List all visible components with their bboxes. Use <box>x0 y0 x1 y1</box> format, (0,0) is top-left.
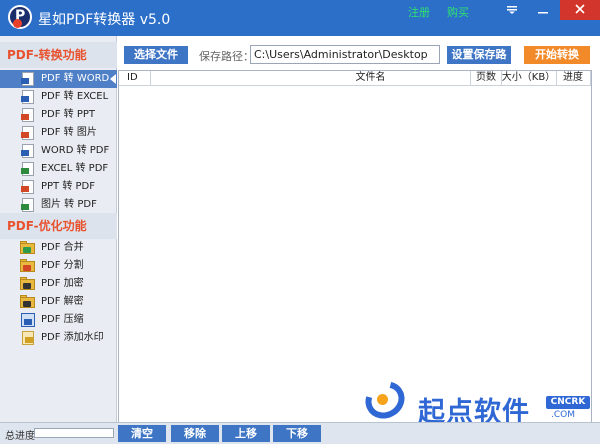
total-progress-label: 总进度 <box>5 431 35 442</box>
column-header-progress[interactable]: 进度 <box>556 71 590 85</box>
word-to-pdf-icon <box>21 144 34 158</box>
register-link[interactable]: 注册 <box>408 4 430 20</box>
merge-folder-icon <box>20 240 35 255</box>
set-save-path-button[interactable]: 设置保存路径 <box>447 46 511 79</box>
excel-file-icon <box>21 90 34 104</box>
watermark-badge: CNCRK <box>546 396 590 409</box>
convert-section-heading: PDF-转换功能 <box>0 42 117 68</box>
sidebar-item-image-to-pdf[interactable]: 图片 转 PDF <box>0 196 117 214</box>
menu-button[interactable] <box>497 0 527 20</box>
column-header-id[interactable]: ID <box>119 71 151 85</box>
remove-button[interactable]: 移除 <box>171 425 219 442</box>
image-file-icon <box>21 126 34 140</box>
select-file-button[interactable]: 选择文件 <box>124 46 188 64</box>
total-progress-bar <box>34 428 114 438</box>
watermark-icon <box>22 331 34 345</box>
image-to-pdf-icon <box>21 198 34 212</box>
watermark-logo-icon <box>358 374 413 426</box>
column-header-pages[interactable]: 页数 <box>470 71 502 85</box>
sidebar-item-pdf-to-ppt[interactable]: PDF 转 PPT <box>0 106 117 124</box>
split-folder-icon <box>20 258 35 273</box>
save-path-label: 保存路径： <box>199 50 254 63</box>
hamburger-icon <box>507 6 517 14</box>
sidebar-item-pdf-to-word[interactable]: PDF 转 WORD <box>0 70 117 88</box>
sidebar-item-excel-to-pdf[interactable]: EXCEL 转 PDF <box>0 160 117 178</box>
lock-folder-icon <box>20 276 35 291</box>
compress-icon <box>21 313 35 327</box>
app-logo-icon: P <box>8 5 32 29</box>
start-convert-button[interactable]: 开始转换 <box>524 46 590 64</box>
sidebar-item-ppt-to-pdf[interactable]: PPT 转 PDF <box>0 178 117 196</box>
ppt-to-pdf-icon <box>21 180 34 194</box>
sidebar-item-pdf-compress[interactable]: PDF 压缩 <box>0 311 117 329</box>
sidebar-item-pdf-to-excel[interactable]: PDF 转 EXCEL <box>0 88 117 106</box>
title-bar: P 星如PDF转换器 v5.0 注册 购买 <box>0 0 600 36</box>
sidebar-item-pdf-watermark[interactable]: PDF 添加水印 <box>0 329 117 347</box>
save-path-input[interactable] <box>250 45 440 64</box>
column-header-size[interactable]: 大小（KB） <box>501 71 557 85</box>
footer-bar: 总进度 清空 移除 上移 下移 <box>0 422 600 444</box>
minimize-button[interactable] <box>528 0 558 20</box>
watermark-domain: .COM <box>551 410 575 420</box>
sidebar-item-pdf-decrypt[interactable]: PDF 解密 <box>0 293 117 311</box>
sidebar-item-pdf-to-image[interactable]: PDF 转 图片 <box>0 124 117 142</box>
move-up-button[interactable]: 上移 <box>222 425 270 442</box>
ppt-file-icon <box>21 108 34 122</box>
clear-button[interactable]: 清空 <box>118 425 166 442</box>
optimize-section-heading: PDF-优化功能 <box>0 213 117 239</box>
close-icon <box>575 4 585 14</box>
unlock-folder-icon <box>20 294 35 309</box>
file-table[interactable]: 文件名 ID 页数 大小（KB） 进度 <box>118 70 592 423</box>
excel-to-pdf-icon <box>21 162 34 176</box>
sidebar-item-word-to-pdf[interactable]: WORD 转 PDF <box>0 142 117 160</box>
sidebar: PDF-转换功能 PDF 转 WORD PDF 转 EXCEL PDF 转 PP… <box>0 36 117 422</box>
window-title: 星如PDF转换器 v5.0 <box>38 12 171 28</box>
minimize-icon <box>538 12 548 14</box>
buy-link[interactable]: 购买 <box>447 4 469 20</box>
sidebar-item-pdf-split[interactable]: PDF 分割 <box>0 257 117 275</box>
sidebar-item-pdf-encrypt[interactable]: PDF 加密 <box>0 275 117 293</box>
word-file-icon <box>21 72 34 86</box>
close-button[interactable] <box>560 0 600 20</box>
move-down-button[interactable]: 下移 <box>273 425 321 442</box>
sidebar-item-pdf-merge[interactable]: PDF 合并 <box>0 239 117 257</box>
table-header: 文件名 ID 页数 大小（KB） 进度 <box>119 71 591 86</box>
